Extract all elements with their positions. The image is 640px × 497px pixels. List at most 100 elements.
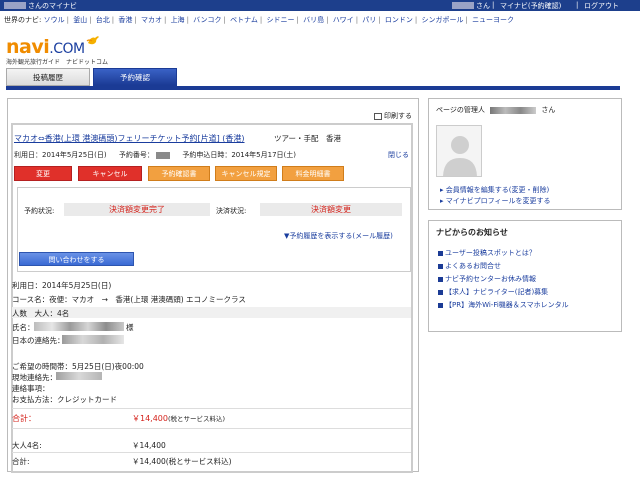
total-note: (税とサービス料込) [168,415,226,423]
close-link[interactable]: 閉じる [388,150,409,160]
route-title-link[interactable]: マカオ⇔香港(上環 港澳碼頭)フェリーチケット予約[片道] (香港) [14,133,245,144]
cancel-button[interactable]: キャンセル [78,166,142,181]
news-item-label: 【求人】ナビライター(記者)募集 [445,288,549,296]
cancel-policy-button[interactable]: キャンセル規定 [215,166,277,181]
username-mask [4,2,26,9]
apply-date: 予約申込日時：2014年5月17日(土) [182,151,296,159]
city-link[interactable]: パリ [362,16,376,24]
city-link[interactable]: ベトナム [230,16,258,24]
news-title: ナビからのお知らせ [436,228,508,237]
local-contact-label: 現地連絡先： [12,373,57,382]
contact-button[interactable]: 問い合わせをする [19,252,134,266]
logo-tagline: 海外観光旅行ガイド ナビドットコム [6,59,109,66]
news-item[interactable]: 【PR】海外Wi-Fi機器＆スマホレンタル [438,300,569,310]
bullet-icon [438,289,443,295]
mynavi-link[interactable]: マイナビ(予約確認) [500,1,561,11]
city-nav-label: 世界のナビ: [4,16,42,24]
total2-label: 合計: [12,457,30,466]
city-link[interactable]: マカオ [141,16,162,24]
city-link[interactable]: ソウル [44,16,65,24]
user-suffix: さん [476,2,490,10]
fee-statement-button[interactable]: 料金明細書 [282,166,344,181]
city-link[interactable]: 上海 [171,16,185,24]
tab-underline [6,86,620,90]
city-link[interactable]: 台北 [96,16,110,24]
course-name: コース名：夜便：マカオ → 香港(上環 港澳碼頭) エコノミークラス [12,295,246,304]
news-item-label: ユーザー投稿スポットとは？ [445,249,536,257]
city-link[interactable]: ハワイ [333,16,354,24]
name-suffix: 様 [126,323,134,332]
avatar-icon [436,125,482,177]
local-contact-mask [56,372,102,380]
show-history-link[interactable]: ▼予約履歴を表示する(メール履歴) [284,231,393,241]
bullet-icon [438,250,443,256]
use-date: 利用日：2014年5月25日(日) [14,151,107,159]
edit-member-info-link[interactable]: ▸ 会員情報を編集する(変更・削除) [440,185,549,195]
city-link[interactable]: 釜山 [73,16,87,24]
user-mynavi-label: さんのマイナビ [28,2,77,10]
total2-value: ￥14,400(税とサービス料込) [132,457,232,466]
adult-value: ￥14,400 [132,441,166,450]
logo-bird-icon [86,36,99,45]
use-date-row: 利用日：2014年5月25日(日) 予約番号： 予約申込日時：2014年5月17… [14,150,296,160]
notes-label: 連絡事項： [12,384,50,393]
print-link[interactable]: 印刷する [374,111,412,121]
bullet-icon [438,302,443,308]
japan-contact-mask [62,335,124,344]
divider [12,408,411,409]
separator: | [492,1,495,9]
japan-contact-label: 日本の連絡先： [12,336,65,345]
edit-member-info-label: 会員情報を編集する(変更・削除) [445,186,550,194]
admin-name-mask [490,106,537,114]
news-item[interactable]: ユーザー投稿スポットとは？ [438,248,536,258]
city-link[interactable]: バンコク [193,16,221,24]
top-bar: さんのマイナビ さん | マイナビ(予約確認) | ログアウト [0,0,640,11]
people-header-bar [12,307,411,318]
city-link[interactable]: ロンドン [385,16,413,24]
payment-method: お支払方法：クレジットカード [12,395,117,404]
city-link[interactable]: シドニー [267,16,295,24]
total-label: 合計： [12,414,36,423]
payment-status-value: 決済額変更 [260,203,402,216]
booking-status-value: 決済額変更完了 [64,203,210,216]
route-category: ツアー・手配 香港 [274,134,342,143]
booking-status-label: 予約状況: [24,207,55,215]
news-item[interactable]: ナビ予約センターお休み情報 [438,274,536,284]
bullet-icon [438,263,443,269]
name-mask [34,322,124,331]
divider [12,452,411,453]
city-link[interactable]: バリ島 [303,16,324,24]
printer-icon [374,112,382,120]
logo-suffix: .COM [49,41,85,57]
adult-label: 大人4名: [12,441,42,450]
edit-profile-label: マイナビプロフィールを変更する [445,197,551,205]
city-link[interactable]: ニューヨーク [472,16,514,24]
tab-booking-confirm[interactable]: 予約確認 [93,68,177,86]
news-item[interactable]: 【求人】ナビライター(記者)募集 [438,287,548,297]
admin-suffix: さん [541,106,556,114]
booking-number-label: 予約番号： [118,151,154,159]
total-value: ￥14,400(税とサービス料込) [132,413,225,424]
people-count: 人数 大人：4名 [12,309,70,318]
separator: | [576,1,579,9]
username-mask-2 [452,2,474,9]
bullet-icon [438,276,443,282]
admin-label-row: ページの管理人 さん [436,105,555,115]
site-logo[interactable]: navi.COM [6,36,85,58]
city-link[interactable]: 香港 [118,16,132,24]
payment-status-label: 決済状況: [216,207,247,215]
name-label: 氏名： [12,323,35,332]
news-item[interactable]: よくあるお問合せ [438,261,501,271]
news-item-label: ナビ予約センターお休み情報 [445,275,536,283]
detail-use-date: 利用日：2014年5月25日(日) [12,281,112,290]
desired-time: ご希望の時間帯：5月25日(日)夜00:00 [12,362,144,371]
logout-link[interactable]: ログアウト [584,1,619,11]
booking-confirmation-button[interactable]: 予約確認書 [148,166,210,181]
city-link[interactable]: シンガポール [421,16,463,24]
city-nav: 世界のナビ: ソウル | 釜山 | 台北 | 香港 | マカオ | 上海 | バンコク | ベ… [4,16,515,24]
name-row: 氏名： [12,322,35,333]
edit-profile-link[interactable]: ▸ マイナビプロフィールを変更する [440,196,550,206]
tab-post-history[interactable]: 投稿履歴 [6,68,90,86]
booking-number-mask [156,151,171,159]
change-button[interactable]: 変更 [14,166,72,181]
